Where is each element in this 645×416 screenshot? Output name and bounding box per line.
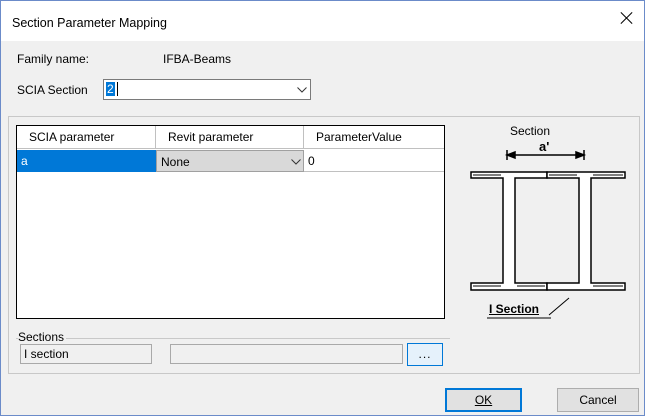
family-name-label: Family name: [17, 52, 90, 66]
revit-parameter-dropdown[interactable]: None [156, 150, 304, 172]
family-name-value: IFBA-Beams [163, 52, 232, 66]
scia-section-label: SCIA Section [17, 83, 88, 97]
close-icon[interactable] [620, 11, 634, 25]
dialog-title: Section Parameter Mapping [12, 16, 167, 30]
column-header-revit-parameter[interactable]: Revit parameter [156, 126, 304, 149]
section-detail-field[interactable] [170, 344, 403, 364]
sections-divider [16, 338, 450, 339]
chevron-down-icon[interactable] [297, 87, 307, 93]
chevron-down-icon[interactable] [291, 159, 301, 165]
section-preview: Section a' I Section [459, 120, 629, 325]
browse-button[interactable]: ... [407, 343, 443, 366]
revit-parameter-value: None [161, 155, 190, 169]
text-caret [117, 82, 118, 96]
column-header-scia-parameter[interactable]: SCIA parameter [17, 126, 156, 149]
cell-scia-parameter[interactable]: a [17, 150, 156, 172]
preview-section-label: I Section [489, 302, 540, 316]
column-header-parameter-value[interactable]: ParameterValue [304, 126, 444, 149]
cell-parameter-value[interactable]: 0 [304, 150, 444, 172]
sections-legend: Sections [18, 330, 67, 344]
ok-button[interactable]: OK [445, 388, 522, 412]
title-bar: Section Parameter Mapping [1, 1, 644, 41]
cancel-button[interactable]: Cancel [557, 388, 639, 412]
scia-section-combobox[interactable]: 2 [103, 79, 311, 100]
i-section-diagram [470, 150, 626, 319]
parameter-grid[interactable]: SCIA parameter Revit parameter Parameter… [16, 125, 445, 319]
section-name-field[interactable]: I section [20, 344, 152, 364]
scia-section-selected-text: 2 [106, 82, 115, 96]
